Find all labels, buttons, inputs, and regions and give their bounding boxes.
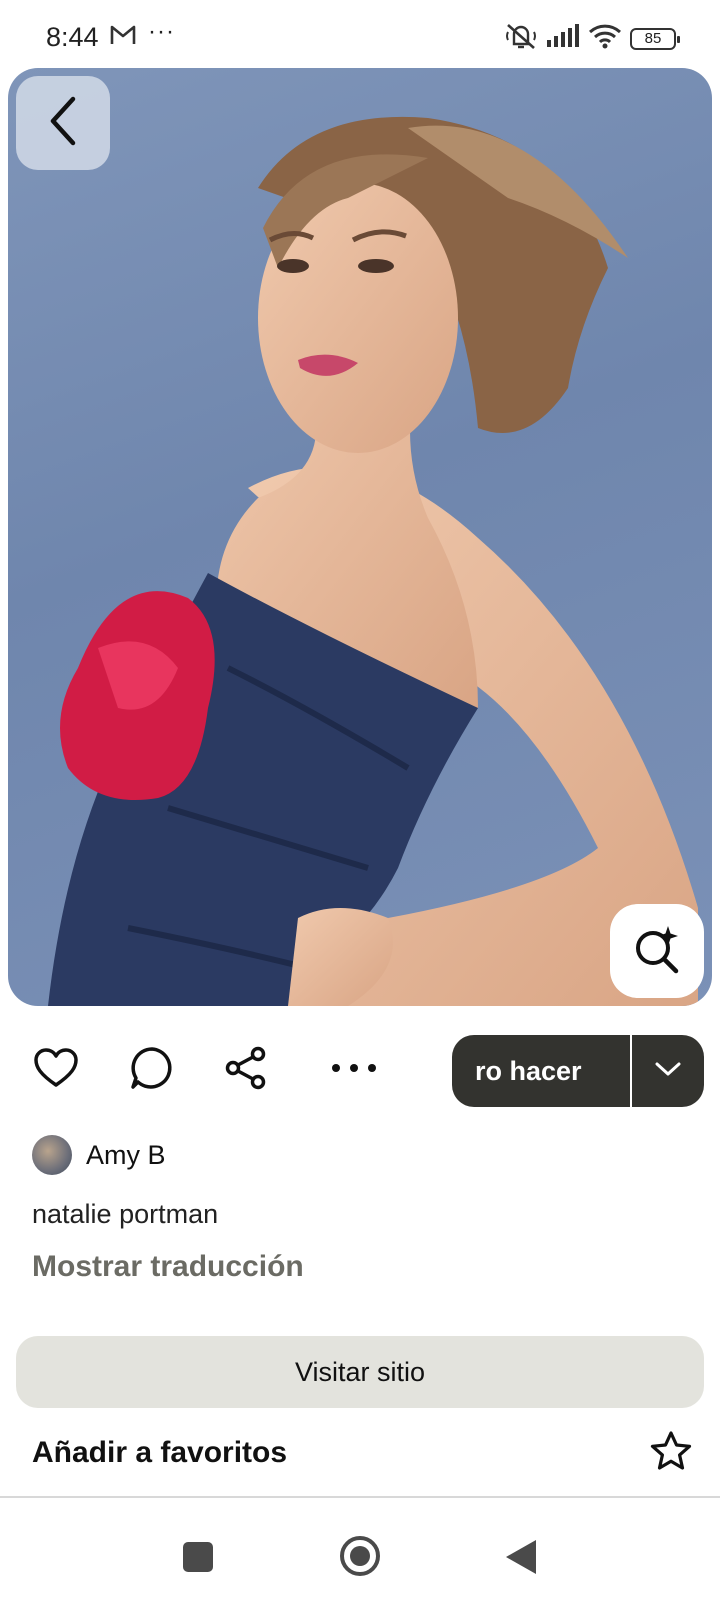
board-dropdown-button[interactable] (632, 1035, 704, 1107)
more-notifications-icon: ··· (148, 18, 175, 45)
recents-button[interactable] (183, 1542, 213, 1572)
comment-icon (130, 1046, 174, 1095)
status-time: 8:44 (46, 22, 99, 52)
visual-search-button[interactable] (610, 904, 704, 998)
wifi-icon (588, 23, 622, 54)
chevron-left-icon (43, 93, 83, 154)
share-icon (224, 1046, 268, 1095)
visit-site-button[interactable]: Visitar sitio (16, 1336, 704, 1408)
battery-icon: 85 (630, 27, 680, 50)
system-back-button[interactable] (506, 1540, 536, 1574)
system-nav-bar (0, 1496, 720, 1600)
pin-description: natalie portman (32, 1199, 219, 1229)
visual-search-icon (632, 924, 682, 979)
add-to-favorites-row[interactable]: Añadir a favoritos (32, 1428, 692, 1478)
author-name[interactable]: Amy B (86, 1140, 166, 1171)
like-button[interactable] (26, 1030, 86, 1110)
more-options-button[interactable] (324, 1030, 384, 1110)
share-button[interactable] (216, 1030, 276, 1110)
save-to-board-group: ro hacer (452, 1035, 704, 1107)
avatar[interactable] (32, 1135, 72, 1175)
more-icon (330, 1061, 378, 1079)
author-row[interactable]: Amy B (32, 1134, 166, 1176)
gmail-icon (110, 24, 136, 51)
add-to-favorites-label: Añadir a favoritos (32, 1436, 288, 1469)
status-bar: 8:44 ··· 85 (0, 0, 720, 70)
signal-icon (546, 24, 580, 53)
mute-icon (504, 22, 538, 55)
back-button[interactable] (16, 76, 110, 170)
save-board-button[interactable]: ro hacer (452, 1035, 630, 1107)
status-icons: 85 (504, 22, 680, 55)
comment-button[interactable] (122, 1030, 182, 1110)
star-icon[interactable] (650, 1430, 692, 1476)
pin-image[interactable] (8, 68, 712, 1006)
photo-illustration (48, 116, 698, 1006)
heart-icon (34, 1047, 78, 1093)
chevron-down-icon (655, 1061, 681, 1082)
home-button[interactable] (340, 1536, 380, 1576)
show-translation-link[interactable]: Mostrar traducción (32, 1250, 304, 1284)
